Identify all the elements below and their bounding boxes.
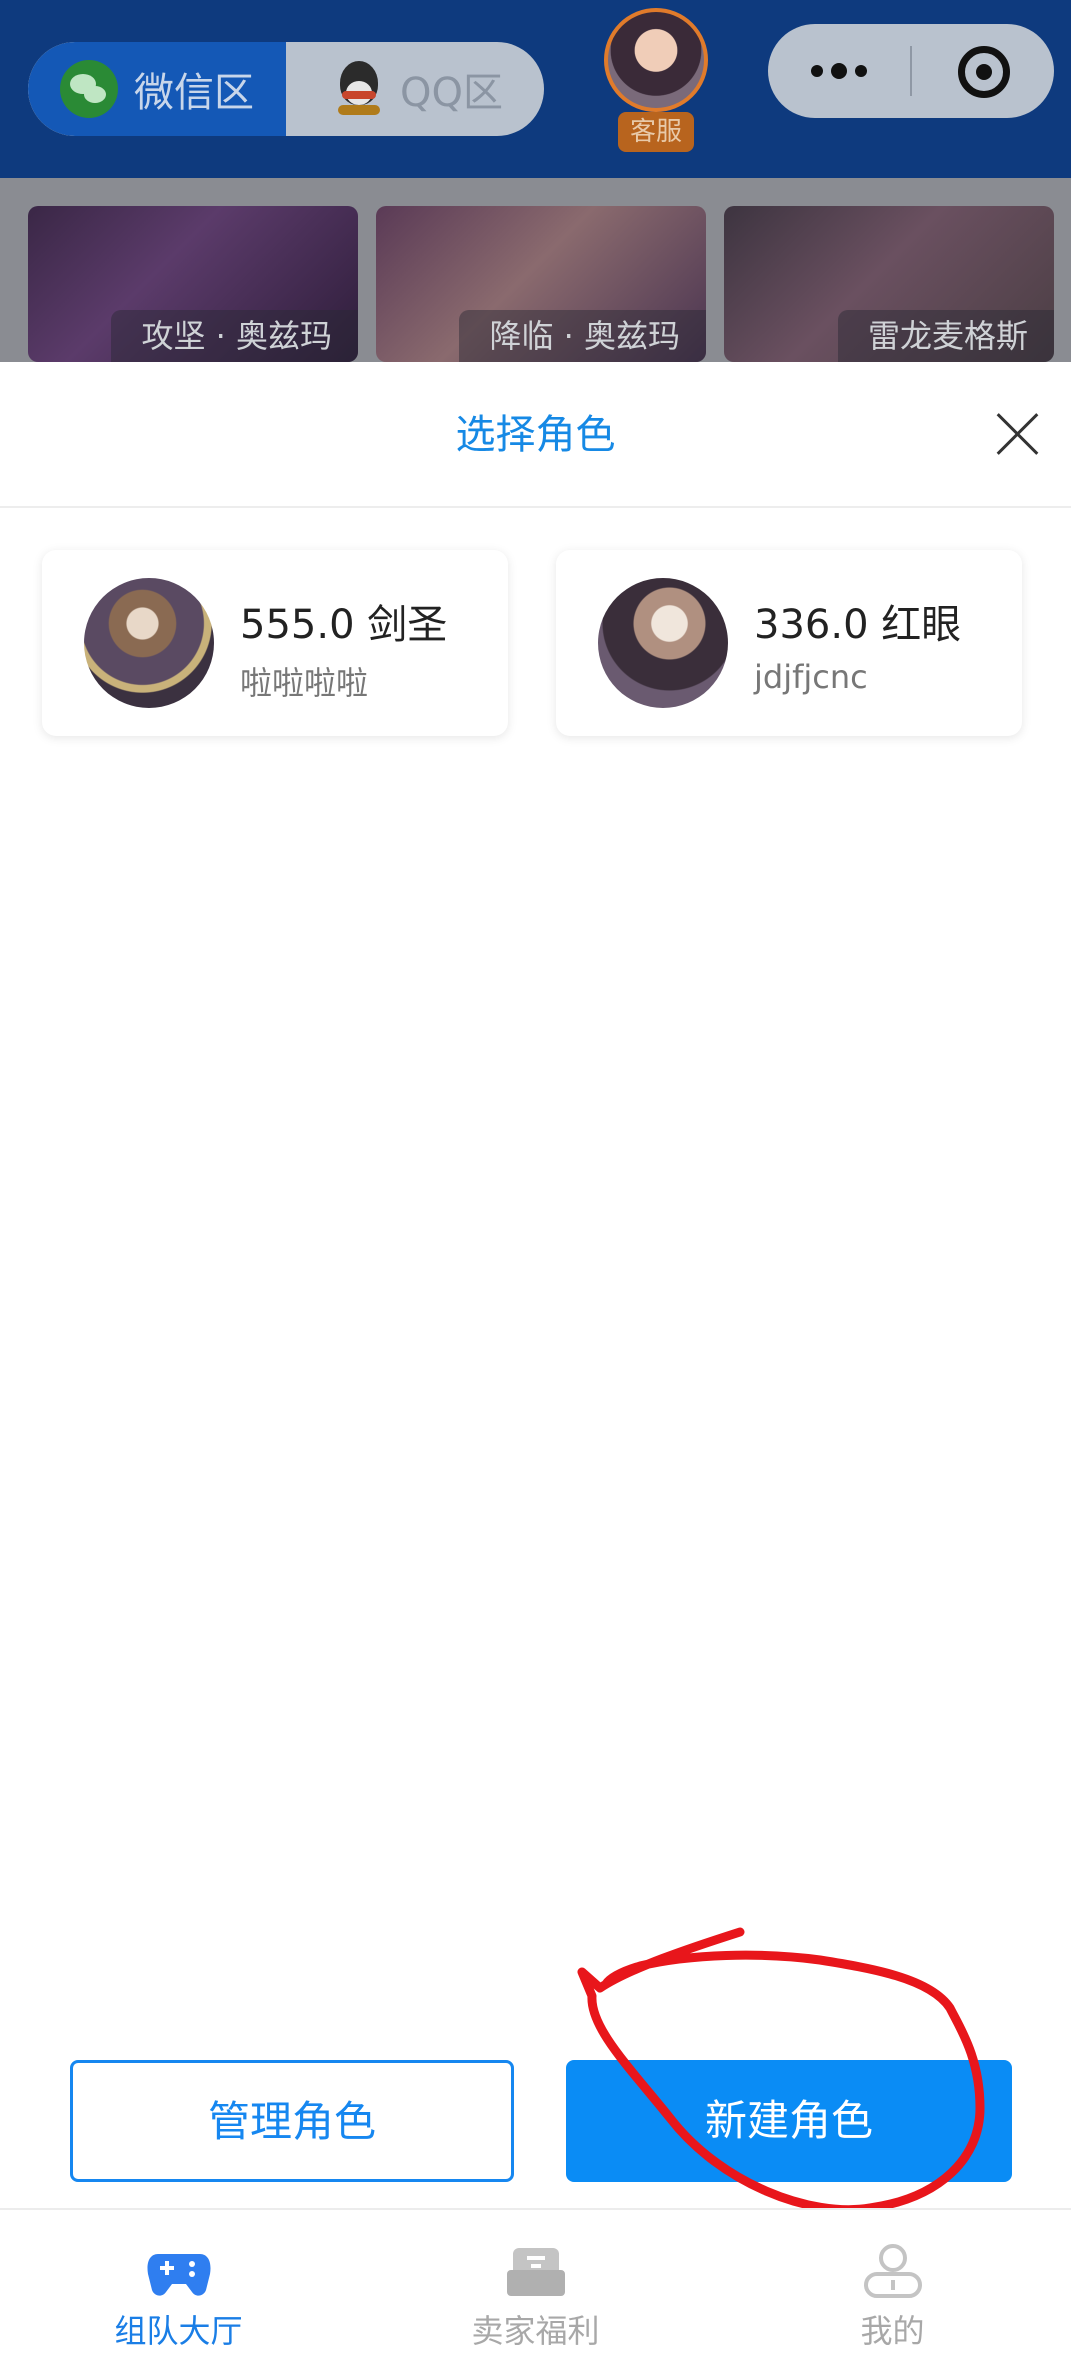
zone-tab-wechat[interactable]: 微信区: [28, 42, 286, 136]
zone-toggle: 微信区 QQ区: [28, 42, 544, 136]
qq-icon: [334, 61, 384, 117]
event-banner-label: 雷龙麦格斯: [837, 310, 1054, 362]
zone-tab-label: 微信区: [134, 70, 254, 116]
event-banner[interactable]: 攻坚 · 奥兹玛: [28, 206, 358, 362]
select-role-sheet: 选择角色 555.0 剑圣 啦啦啦啦 336.0 红眼 jdjfjcnc 管理角…: [0, 362, 1071, 2360]
event-banner[interactable]: 降临 · 奥兹玛: [376, 206, 706, 362]
mini-program-close-icon[interactable]: [958, 46, 1010, 98]
role-score-class: 336.0 红眼: [754, 602, 962, 648]
customer-service-label: 客服: [618, 112, 694, 152]
event-banner-label: 攻坚 · 奥兹玛: [111, 310, 358, 362]
capsule-divider: [910, 46, 912, 96]
role-name: jdjfjcnc: [754, 658, 868, 696]
gamepad-icon: [147, 2254, 211, 2296]
tab-team-lobby[interactable]: 组队大厅: [0, 2210, 357, 2360]
wechat-icon: [60, 60, 118, 118]
tab-mine[interactable]: 我的: [714, 2210, 1071, 2360]
sheet-header: 选择角色: [0, 362, 1071, 508]
event-banner[interactable]: 雷龙麦格斯: [724, 206, 1054, 362]
customer-service-button[interactable]: 客服: [600, 8, 712, 158]
sheet-action-row: 管理角色 新建角色: [0, 2060, 1071, 2182]
event-banner-strip: 攻坚 · 奥兹玛 降临 · 奥兹玛 雷龙麦格斯: [0, 178, 1071, 362]
customer-service-avatar: [604, 8, 708, 112]
role-avatar: [84, 578, 214, 708]
manage-roles-button[interactable]: 管理角色: [70, 2060, 514, 2182]
tab-seller-benefits[interactable]: 卖家福利: [357, 2210, 714, 2360]
zone-tab-qq[interactable]: QQ区: [286, 42, 544, 136]
role-card[interactable]: 555.0 剑圣 啦啦啦啦: [42, 550, 508, 736]
role-list: 555.0 剑圣 啦啦啦啦 336.0 红眼 jdjfjcnc: [42, 550, 1032, 736]
role-name: 啦啦啦啦: [240, 664, 369, 702]
zone-tab-label: QQ区: [400, 70, 503, 116]
bottom-tab-bar: 组队大厅 卖家福利 我的: [0, 2208, 1071, 2360]
new-role-button[interactable]: 新建角色: [566, 2060, 1012, 2182]
role-card[interactable]: 336.0 红眼 jdjfjcnc: [556, 550, 1022, 736]
mini-program-capsule: [768, 24, 1054, 118]
event-banner-label: 降临 · 奥兹玛: [459, 310, 706, 362]
tab-label: 卖家福利: [471, 2312, 600, 2350]
gift-box-icon: [507, 2248, 565, 2296]
close-icon[interactable]: [994, 410, 1042, 458]
role-score-class: 555.0 剑圣: [240, 602, 448, 648]
sheet-title: 选择角色: [455, 412, 616, 458]
role-avatar: [598, 578, 728, 708]
tab-label: 我的: [860, 2312, 925, 2350]
top-bar: 微信区 QQ区 客服: [0, 0, 1071, 178]
more-dots-icon[interactable]: [768, 24, 910, 118]
user-icon: [864, 2244, 922, 2298]
tab-label: 组队大厅: [114, 2312, 243, 2350]
